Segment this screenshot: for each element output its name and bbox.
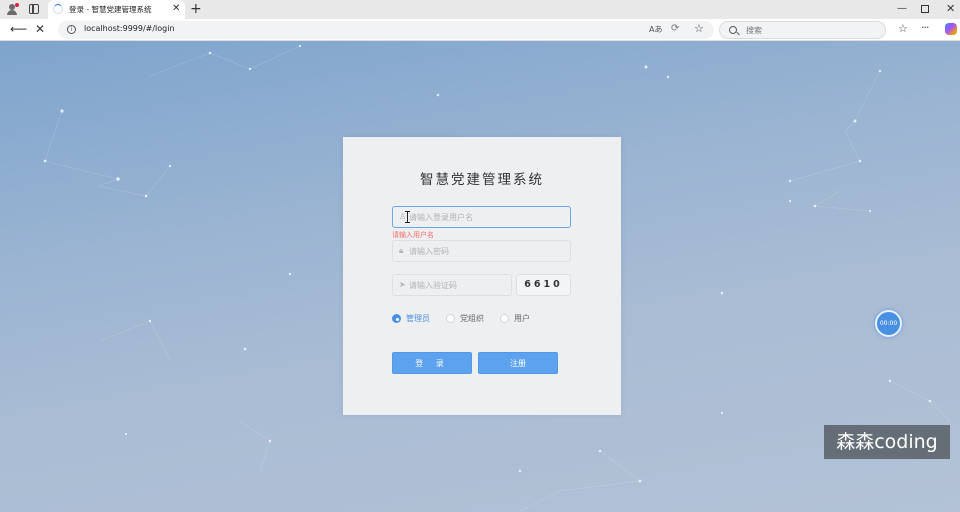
user-icon: ♙ xyxy=(399,212,407,221)
login-page: 智慧党建管理系统 ♙ 请输入用户名 🔒︎ ➤ 6610 管理员 党组织 xyxy=(0,41,960,512)
captcha-field[interactable]: ➤ xyxy=(392,274,559,296)
address-bar[interactable]: i localhost:9999/#/login Aあ ⟳ ☆ xyxy=(58,21,714,39)
password-input[interactable] xyxy=(409,243,559,259)
browser-tab-bar: 登录 - 智慧党建管理系统 ✕ + — ✕ xyxy=(0,0,960,19)
search-placeholder: 搜索 xyxy=(746,26,762,35)
tab-title: 登录 - 智慧党建管理系统 xyxy=(69,5,152,14)
radio-unchecked-icon xyxy=(446,314,455,323)
radio-checked-icon xyxy=(392,314,401,323)
read-aloud-icon[interactable]: Aあ xyxy=(649,24,662,35)
role-label: 管理员 xyxy=(406,314,430,323)
copilot-icon[interactable] xyxy=(945,23,957,35)
radio-unchecked-icon xyxy=(500,314,509,323)
window-close-button[interactable]: ✕ xyxy=(946,2,955,15)
username-input[interactable] xyxy=(409,209,559,225)
profile-icon[interactable] xyxy=(6,3,19,16)
role-label: 用户 xyxy=(514,314,530,323)
watermark: 森森coding xyxy=(824,425,950,459)
extension-icon[interactable]: ⟳ xyxy=(671,23,679,34)
tab-actions-icon[interactable] xyxy=(29,4,39,14)
lock-icon: 🔒︎ xyxy=(399,246,404,255)
password-field[interactable]: 🔒︎ xyxy=(392,240,571,262)
page-title: 智慧党建管理系统 xyxy=(420,172,544,188)
login-button[interactable]: 登 录 xyxy=(392,352,472,374)
timer-badge[interactable]: 00:00 xyxy=(875,310,902,337)
role-label: 党组织 xyxy=(460,314,484,323)
site-info-icon[interactable]: i xyxy=(67,25,76,34)
register-button[interactable]: 注册 xyxy=(478,352,558,374)
search-icon xyxy=(729,26,737,34)
stop-loading-icon[interactable]: ✕ xyxy=(35,22,45,36)
login-card: 智慧党建管理系统 ♙ 请输入用户名 🔒︎ ➤ 6610 管理员 党组织 xyxy=(343,137,621,415)
favorite-star-icon[interactable]: ☆ xyxy=(694,22,704,35)
username-field[interactable]: ♙ xyxy=(392,206,571,228)
url-text[interactable]: localhost:9999/#/login xyxy=(84,24,175,33)
captcha-image[interactable]: 6610 xyxy=(516,274,571,296)
new-tab-button[interactable]: + xyxy=(190,1,202,17)
username-error: 请输入用户名 xyxy=(392,231,434,239)
browser-toolbar: ⟵ ✕ i localhost:9999/#/login Aあ ⟳ ☆ 搜索 ☆… xyxy=(0,19,960,41)
browser-search-box[interactable]: 搜索 xyxy=(719,21,886,39)
send-icon: ➤ xyxy=(399,280,406,289)
loading-spinner-icon xyxy=(53,4,63,14)
back-arrow-icon[interactable]: ⟵ xyxy=(10,22,27,36)
more-menu-icon[interactable]: ··· xyxy=(921,21,929,34)
browser-tab-login[interactable]: 登录 - 智慧党建管理系统 ✕ xyxy=(48,0,185,19)
window-minimize-button[interactable]: — xyxy=(897,3,907,14)
window-restore-button[interactable] xyxy=(921,5,929,13)
favorites-icon[interactable]: ☆ xyxy=(898,22,908,35)
tab-close-icon[interactable]: ✕ xyxy=(172,3,180,14)
